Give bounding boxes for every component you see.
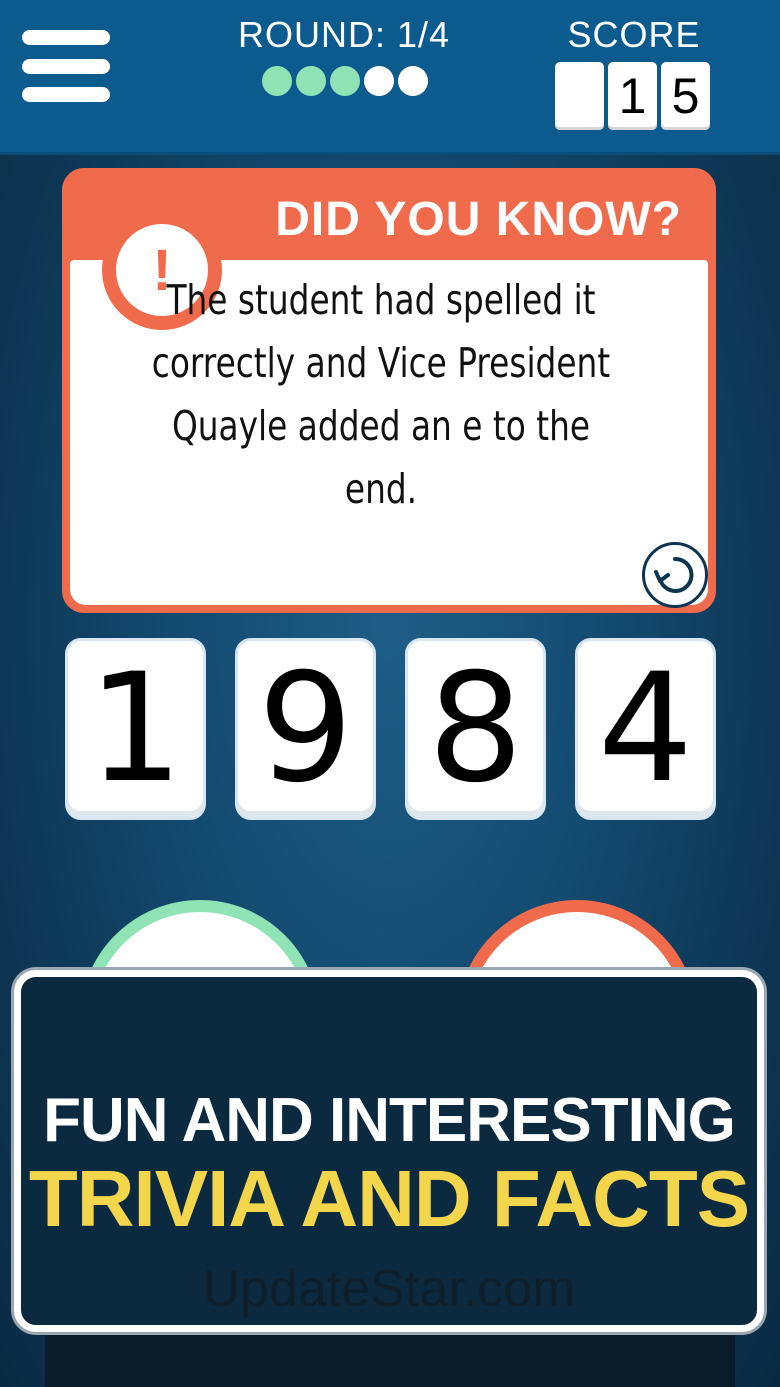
hamburger-icon-line bbox=[22, 58, 110, 74]
answer-digit-tile: 4 bbox=[575, 638, 716, 820]
answer-digit-tile: 9 bbox=[235, 638, 376, 820]
promo-banner: FUN AND INTERESTING TRIVIA AND FACTS Upd… bbox=[14, 970, 764, 1332]
score-digit: 1 bbox=[608, 62, 657, 130]
round-dot bbox=[296, 66, 326, 96]
refresh-icon bbox=[654, 556, 694, 593]
menu-button[interactable] bbox=[22, 30, 110, 102]
round-dot bbox=[330, 66, 360, 96]
round-dot bbox=[262, 66, 292, 96]
round-dot bbox=[398, 66, 428, 96]
round-dot bbox=[364, 66, 394, 96]
score-counter: 1 5 bbox=[555, 62, 710, 130]
round-progress-dots bbox=[262, 66, 428, 96]
promo-subheadline: TRIVIA AND FACTS bbox=[28, 1154, 750, 1243]
round-label: ROUND: 1/4 bbox=[237, 14, 451, 55]
score-label: SCORE bbox=[567, 14, 701, 55]
watermark: UpdateStar.com bbox=[202, 1260, 576, 1318]
hamburger-icon bbox=[22, 30, 110, 45]
card-title: DID YOU KNOW? bbox=[275, 193, 682, 246]
top-bar: ROUND: 1/4 SCORE 1 5 bbox=[0, 0, 780, 155]
did-you-know-card: DID YOU KNOW? ! The student had spelled … bbox=[62, 168, 716, 613]
hamburger-icon-line bbox=[22, 87, 110, 102]
score-digit bbox=[555, 62, 604, 130]
fact-text: The student had spelled it correctly and… bbox=[151, 276, 611, 513]
answer-digit-tile: 8 bbox=[405, 638, 546, 820]
refresh-button[interactable] bbox=[642, 542, 708, 608]
answer-digit-tile: 1 bbox=[65, 638, 206, 820]
score-digit: 5 bbox=[661, 62, 710, 130]
fact-text-container: The student had spelled it correctly and… bbox=[150, 260, 612, 530]
answer-tiles: 1 9 8 4 bbox=[65, 638, 716, 820]
promo-headline: FUN AND INTERESTING bbox=[43, 1086, 736, 1155]
